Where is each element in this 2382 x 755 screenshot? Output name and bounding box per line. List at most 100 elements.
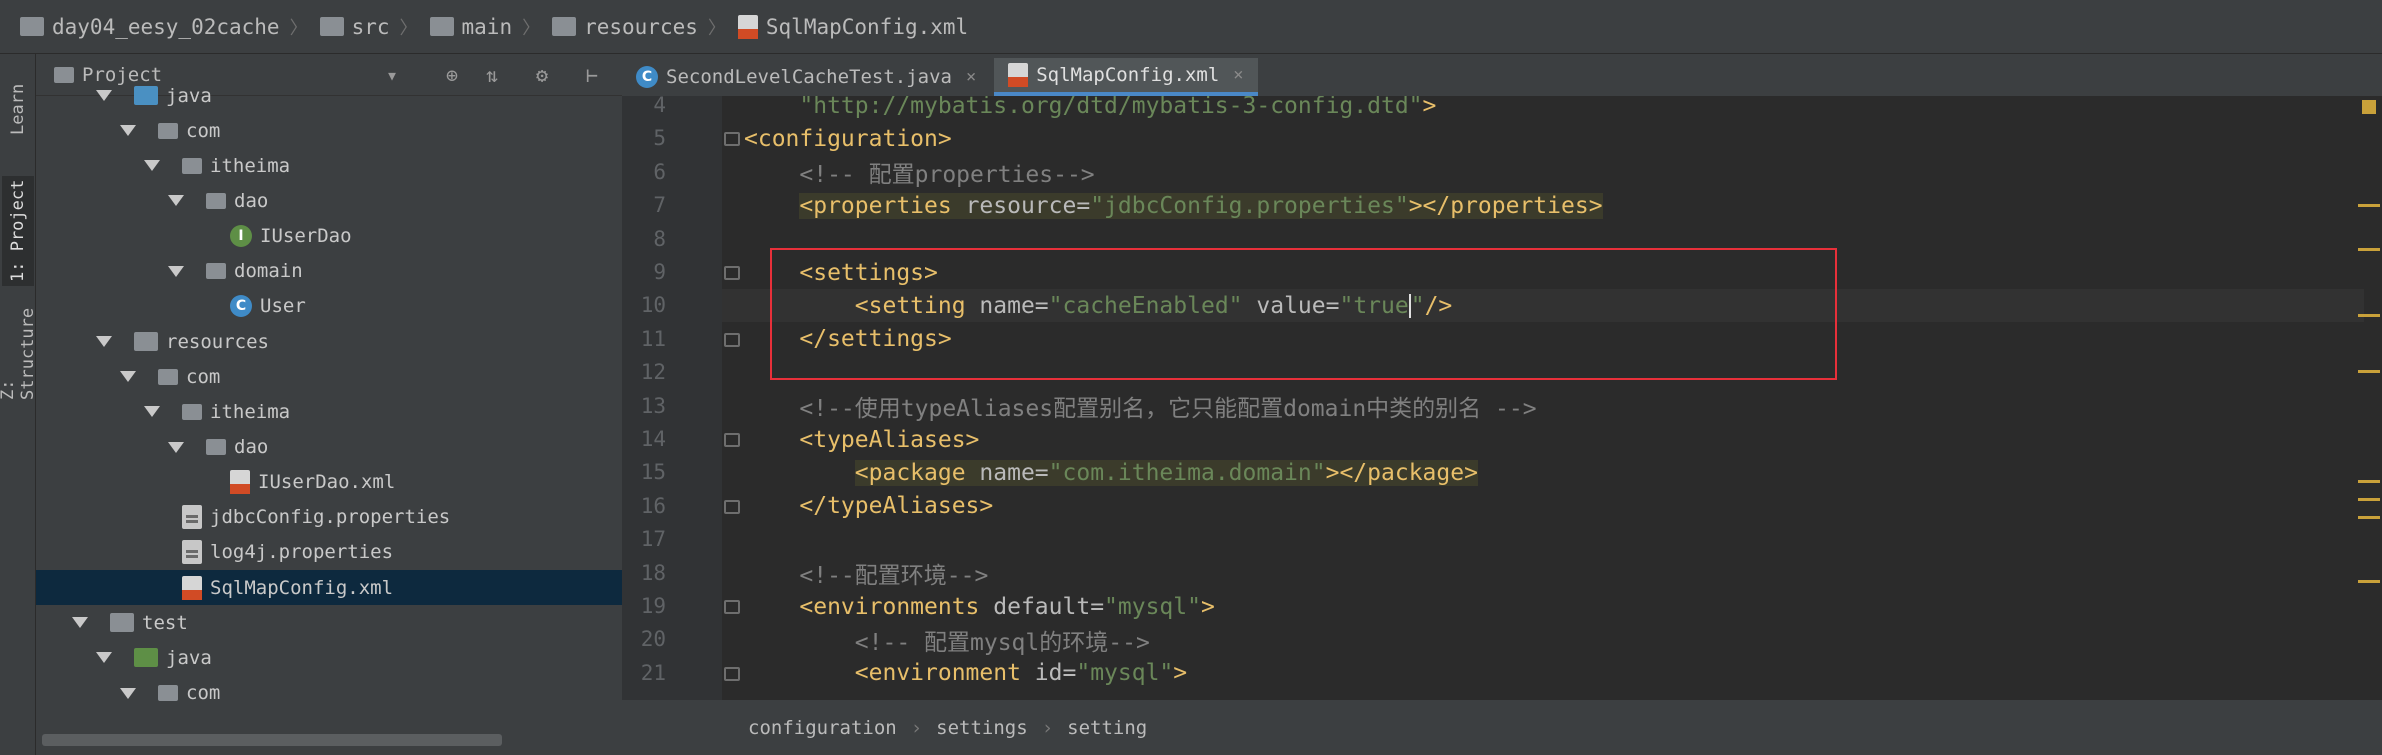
- expand-arrow-icon[interactable]: [96, 90, 112, 101]
- project-tab[interactable]: 1: Project: [2, 176, 34, 286]
- fold-marker-icon[interactable]: [724, 600, 740, 614]
- scroll-marker[interactable]: [2358, 580, 2380, 583]
- expand-arrow-icon[interactable]: [120, 371, 136, 383]
- xml-file-icon: [1008, 63, 1029, 87]
- expand-arrow-icon[interactable]: [144, 406, 160, 418]
- tab-inactive[interactable]: C SecondLevelCacheTest.java ×: [622, 58, 990, 96]
- scroll-marker[interactable]: [2358, 204, 2380, 207]
- structure-crumb[interactable]: setting: [1067, 717, 1147, 739]
- tree-item[interactable]: java: [36, 78, 622, 113]
- xml-file-icon: [737, 14, 758, 39]
- fold-marker-icon[interactable]: [724, 499, 740, 514]
- tree-item[interactable]: dao: [36, 430, 622, 465]
- expand-arrow-icon[interactable]: [72, 617, 88, 629]
- tree-item[interactable]: IUserDao.xml: [36, 465, 622, 500]
- tree-item[interactable]: dao: [36, 183, 622, 218]
- scroll-marker[interactable]: [2358, 498, 2380, 501]
- code-token: ></package>: [1325, 459, 1478, 486]
- tree-item[interactable]: C User: [36, 289, 622, 324]
- expand-arrow-icon[interactable]: [144, 160, 160, 172]
- package-icon: [182, 157, 202, 174]
- structure-tab[interactable]: Z: Structure: [0, 290, 38, 400]
- structure-crumb[interactable]: configuration: [748, 717, 897, 739]
- code-token: "http://mybatis.org/dtd/mybatis-3-config…: [799, 96, 1423, 119]
- folder-icon: [429, 17, 454, 36]
- tree-item[interactable]: jdbcConfig.properties: [36, 500, 622, 535]
- scroll-marker[interactable]: [2358, 480, 2380, 483]
- tree-item[interactable]: com: [36, 359, 622, 394]
- breadcrumb-item[interactable]: day04_eesy_02cache 〉: [14, 0, 314, 54]
- code-editor[interactable]: 4 5 6 7 8 9 10 11 12 13 14 15 16 17 18 19 20 21 "http://m…: [622, 96, 2382, 700]
- tree-item-label: test: [142, 611, 188, 634]
- breadcrumb-item[interactable]: src 〉: [314, 0, 424, 54]
- tree-item[interactable]: com: [36, 676, 622, 711]
- tree-item[interactable]: itheima: [36, 148, 622, 183]
- code-line: "http://mybatis.org/dtd/mybatis-3-config…: [744, 96, 1436, 122]
- fold-marker-icon[interactable]: [724, 433, 740, 447]
- code-token: </typeAliases>: [799, 493, 994, 520]
- tree-item-label: jdbcConfig.properties: [210, 506, 451, 529]
- breadcrumb-label: src: [351, 14, 390, 39]
- line-number: 10: [640, 293, 666, 318]
- code-token: >: [1200, 593, 1215, 620]
- expand-arrow-icon[interactable]: [168, 195, 184, 207]
- tree-item[interactable]: domain: [36, 254, 622, 289]
- fold-marker-icon[interactable]: [724, 666, 740, 681]
- code-line: <!-- 配置mysql的环境-->: [744, 623, 1150, 656]
- structure-crumb[interactable]: settings: [936, 717, 1028, 739]
- tree-item[interactable]: resources: [36, 324, 622, 359]
- tab-active[interactable]: SqlMapConfig.xml ×: [994, 58, 1258, 96]
- expand-arrow-icon[interactable]: [120, 687, 136, 699]
- project-horizontal-scrollbar[interactable]: [36, 728, 622, 755]
- tree-item[interactable]: com: [36, 113, 622, 148]
- tree-item[interactable]: java: [36, 640, 622, 675]
- editor-tabs: C SecondLevelCacheTest.java × SqlMapConfig.…: [622, 54, 2382, 96]
- line-number: 9: [653, 260, 666, 284]
- interface-icon: I: [230, 225, 252, 248]
- tree-item-label: User: [260, 295, 306, 318]
- learn-tab[interactable]: Learn: [2, 54, 34, 164]
- scroll-marker[interactable]: [2358, 314, 2380, 317]
- expand-arrow-icon[interactable]: [96, 336, 112, 348]
- scroll-marker[interactable]: [2358, 248, 2380, 251]
- inspection-status-icon[interactable]: [2362, 100, 2376, 114]
- code-line: <!--使用typeAliases配置别名，它只能配置domain中类的别名 -…: [744, 390, 1536, 423]
- breadcrumb-separator-icon: 〉: [522, 17, 541, 39]
- expand-arrow-icon[interactable]: [96, 652, 112, 664]
- tree-item-label: com: [186, 365, 221, 388]
- fold-marker-icon[interactable]: [724, 266, 740, 280]
- tree-item[interactable]: itheima: [36, 394, 622, 429]
- tree-item[interactable]: log4j.properties: [36, 535, 622, 570]
- scroll-marker[interactable]: [2358, 370, 2380, 373]
- close-icon[interactable]: ×: [1233, 65, 1243, 85]
- package-icon: [158, 685, 178, 702]
- breadcrumb-item[interactable]: SqlMapConfig.xml: [732, 0, 974, 54]
- tree-item[interactable]: I IUserDao: [36, 219, 622, 254]
- code-token: <environments: [799, 593, 994, 620]
- fold-marker-icon[interactable]: [724, 332, 740, 347]
- learn-tab-label: Learn: [8, 83, 28, 135]
- code-token: >: [1422, 96, 1437, 119]
- breadcrumb-item[interactable]: resources 〉: [546, 0, 732, 54]
- tree-item[interactable]: SqlMapConfig.xml: [36, 570, 622, 606]
- line-number: 20: [640, 627, 666, 652]
- code-token: "mysql": [1076, 660, 1174, 687]
- expand-arrow-icon[interactable]: [168, 441, 184, 453]
- close-icon[interactable]: ×: [966, 67, 976, 87]
- code-token: resource=: [965, 192, 1091, 219]
- scroll-marker[interactable]: [2358, 516, 2380, 519]
- resources-folder-icon: [134, 332, 158, 352]
- expand-arrow-icon[interactable]: [120, 125, 136, 137]
- editor-scrollbar[interactable]: [2364, 96, 2382, 700]
- expand-arrow-icon[interactable]: [168, 265, 184, 277]
- tree-item[interactable]: test: [36, 605, 622, 640]
- fold-marker-icon[interactable]: [724, 132, 740, 147]
- horizontal-scroll-thumb[interactable]: [42, 734, 502, 746]
- breadcrumb-item[interactable]: main 〉: [424, 0, 547, 54]
- code-token: "true: [1339, 292, 1409, 319]
